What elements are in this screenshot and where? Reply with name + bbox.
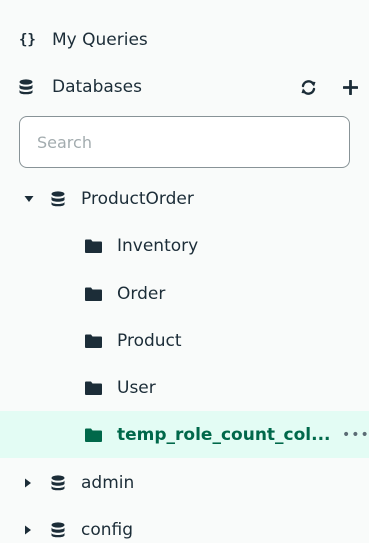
database-name: config <box>81 520 134 540</box>
collection-item-order[interactable]: Order <box>0 281 369 307</box>
folder-icon <box>85 287 102 301</box>
database-item-config[interactable]: config <box>0 517 369 543</box>
folder-icon <box>85 334 102 348</box>
collection-item-inventory[interactable]: Inventory <box>0 233 369 259</box>
caret-down-icon[interactable] <box>24 195 34 203</box>
database-icon <box>51 475 65 491</box>
databases-header[interactable]: Databases <box>0 74 369 100</box>
collection-item-selected[interactable]: temp_role_count_col... ••• <box>0 411 369 458</box>
curly-braces-icon: {} <box>19 32 36 48</box>
folder-icon <box>85 381 102 395</box>
my-queries-item[interactable]: {} My Queries <box>0 27 369 53</box>
collection-name: Product <box>117 331 182 351</box>
ellipsis-icon[interactable]: ••• <box>342 427 369 443</box>
plus-icon[interactable] <box>343 79 358 95</box>
databases-label: Databases <box>52 77 142 97</box>
caret-right-icon[interactable] <box>24 525 32 535</box>
collection-name: User <box>117 378 156 398</box>
database-item-admin[interactable]: admin <box>0 470 369 496</box>
collection-name: temp_role_count_col... <box>117 424 331 445</box>
database-icon <box>19 79 33 95</box>
database-icon <box>51 191 65 207</box>
my-queries-label: My Queries <box>52 30 148 50</box>
collection-item-user[interactable]: User <box>0 375 369 401</box>
collection-item-product[interactable]: Product <box>0 328 369 354</box>
search-input[interactable] <box>19 116 350 168</box>
collection-name: Inventory <box>117 236 199 256</box>
folder-icon <box>85 239 102 253</box>
caret-right-icon[interactable] <box>24 478 32 488</box>
database-name: ProductOrder <box>81 189 194 209</box>
database-name: admin <box>81 473 135 493</box>
database-icon <box>51 522 65 538</box>
folder-icon <box>85 428 102 442</box>
refresh-icon[interactable] <box>300 79 317 96</box>
collection-name: Order <box>117 284 166 304</box>
database-item-productorder[interactable]: ProductOrder <box>0 186 369 212</box>
